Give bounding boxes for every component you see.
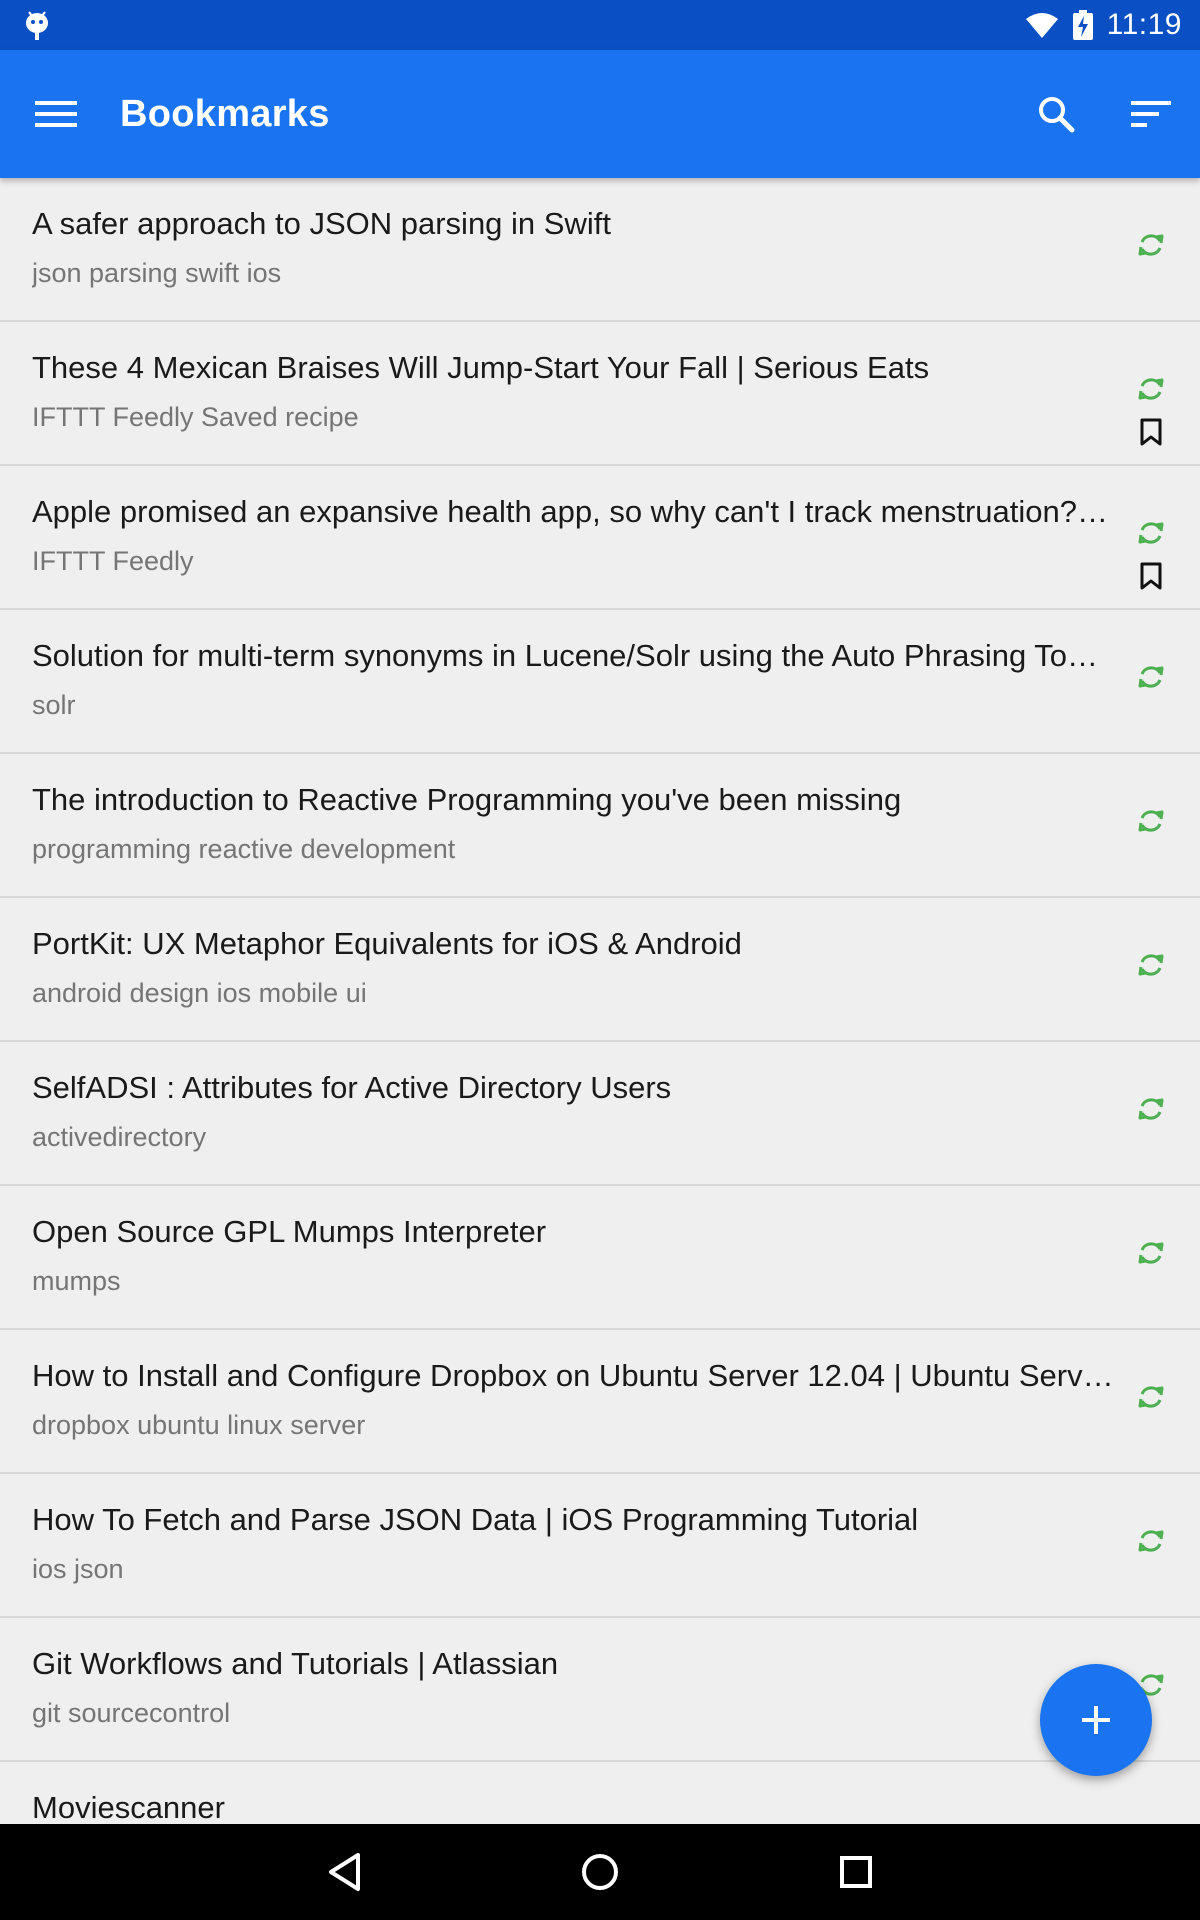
bookmark-row[interactable]: PortKit: UX Metaphor Equivalents for iOS… [0, 898, 1200, 1042]
sort-button[interactable] [1115, 78, 1187, 150]
sync-icon [1138, 1530, 1164, 1552]
sync-icon [1138, 378, 1164, 400]
recents-icon [840, 1856, 872, 1888]
bookmark-title: How to Install and Configure Dropbox on … [32, 1358, 1114, 1393]
bookmark-row[interactable]: A safer approach to JSON parsing in Swif… [0, 178, 1200, 322]
bookmark-title: Open Source GPL Mumps Interpreter [32, 1214, 547, 1249]
sync-icon [1138, 666, 1164, 688]
recents-button[interactable] [826, 1842, 886, 1902]
android-notification-icon [26, 11, 48, 40]
navigation-bar [0, 1824, 1200, 1920]
bookmark-tags: activedirectory [32, 1122, 207, 1152]
sync-icon [1138, 234, 1164, 256]
bookmark-title: SelfADSI : Attributes for Active Directo… [32, 1070, 672, 1105]
menu-icon [35, 101, 77, 127]
battery-charging-icon [1072, 10, 1093, 40]
bookmark-tags: json parsing swift ios [32, 258, 282, 288]
bookmark-tags: android design ios mobile ui [32, 978, 367, 1008]
back-icon [329, 1853, 360, 1891]
bookmark-row[interactable]: Git Workflows and Tutorials | Atlassian g… [0, 1618, 1200, 1762]
plus-icon [1082, 1706, 1110, 1734]
bookmark-tags: git sourcecontrol [32, 1698, 231, 1728]
bookmark-icon [1140, 562, 1162, 590]
menu-button[interactable] [22, 78, 90, 150]
home-icon [582, 1854, 618, 1890]
wifi-icon [1025, 13, 1058, 38]
bookmark-row[interactable]: How to Install and Configure Dropbox on … [0, 1330, 1200, 1474]
bookmark-title: Moviescanner [32, 1790, 225, 1824]
bookmark-title: The introduction to Reactive Programming… [32, 782, 902, 817]
bookmark-tags: programming reactive development [32, 834, 456, 864]
bookmark-row[interactable]: SelfADSI : Attributes for Active Directo… [0, 1042, 1200, 1186]
bookmark-row[interactable]: The introduction to Reactive Programming… [0, 754, 1200, 898]
bookmark-tags: ios json [32, 1554, 124, 1584]
sync-icon [1138, 1098, 1164, 1120]
bookmark-tags: mumps [32, 1266, 121, 1296]
bookmark-title: A safer approach to JSON parsing in Swif… [32, 206, 611, 241]
sync-icon [1138, 1242, 1164, 1264]
home-button[interactable] [570, 1842, 630, 1902]
bookmark-tags: solr [32, 690, 76, 720]
bookmark-title: Git Workflows and Tutorials | Atlassian [32, 1646, 559, 1681]
bookmark-icon [1140, 418, 1162, 446]
search-button[interactable] [1020, 78, 1092, 150]
page-title: Bookmarks [120, 93, 330, 135]
bookmark-list[interactable]: A safer approach to JSON parsing in Swif… [0, 178, 1200, 1824]
sync-icon [1138, 1386, 1164, 1408]
sort-icon [1131, 101, 1171, 127]
status-bar: 11:19 [0, 0, 1200, 50]
sync-icon [1138, 810, 1164, 832]
sync-icon [1138, 522, 1164, 544]
status-time: 11:19 [1106, 8, 1182, 41]
bookmark-row[interactable]: These 4 Mexican Braises Will Jump-Start … [0, 322, 1200, 466]
bookmark-row[interactable]: Solution for multi-term synonyms in Luce… [0, 610, 1200, 754]
bookmark-row[interactable]: Moviescanner [0, 1762, 1200, 1824]
bookmark-row[interactable]: Apple promised an expansive health app, … [0, 466, 1200, 610]
bookmark-tags: dropbox ubuntu linux server [32, 1410, 366, 1440]
bookmark-title: PortKit: UX Metaphor Equivalents for iOS… [32, 926, 742, 961]
app-bar: Bookmarks [0, 50, 1200, 178]
sync-icon [1138, 954, 1164, 976]
bookmark-title: Solution for multi-term synonyms in Luce… [32, 638, 1099, 673]
add-bookmark-button[interactable] [1040, 1664, 1152, 1776]
bookmark-row[interactable]: Open Source GPL Mumps Interpreter mumps [0, 1186, 1200, 1330]
bookmark-tags: IFTTT Feedly [32, 546, 194, 576]
bookmark-row[interactable]: How To Fetch and Parse JSON Data | iOS P… [0, 1474, 1200, 1618]
search-icon [1039, 97, 1075, 133]
bookmark-title: These 4 Mexican Braises Will Jump-Start … [32, 350, 930, 385]
bookmark-title: How To Fetch and Parse JSON Data | iOS P… [32, 1502, 919, 1537]
bookmark-title: Apple promised an expansive health app, … [32, 494, 1109, 529]
back-button[interactable] [314, 1842, 374, 1902]
bookmark-tags: IFTTT Feedly Saved recipe [32, 402, 359, 432]
